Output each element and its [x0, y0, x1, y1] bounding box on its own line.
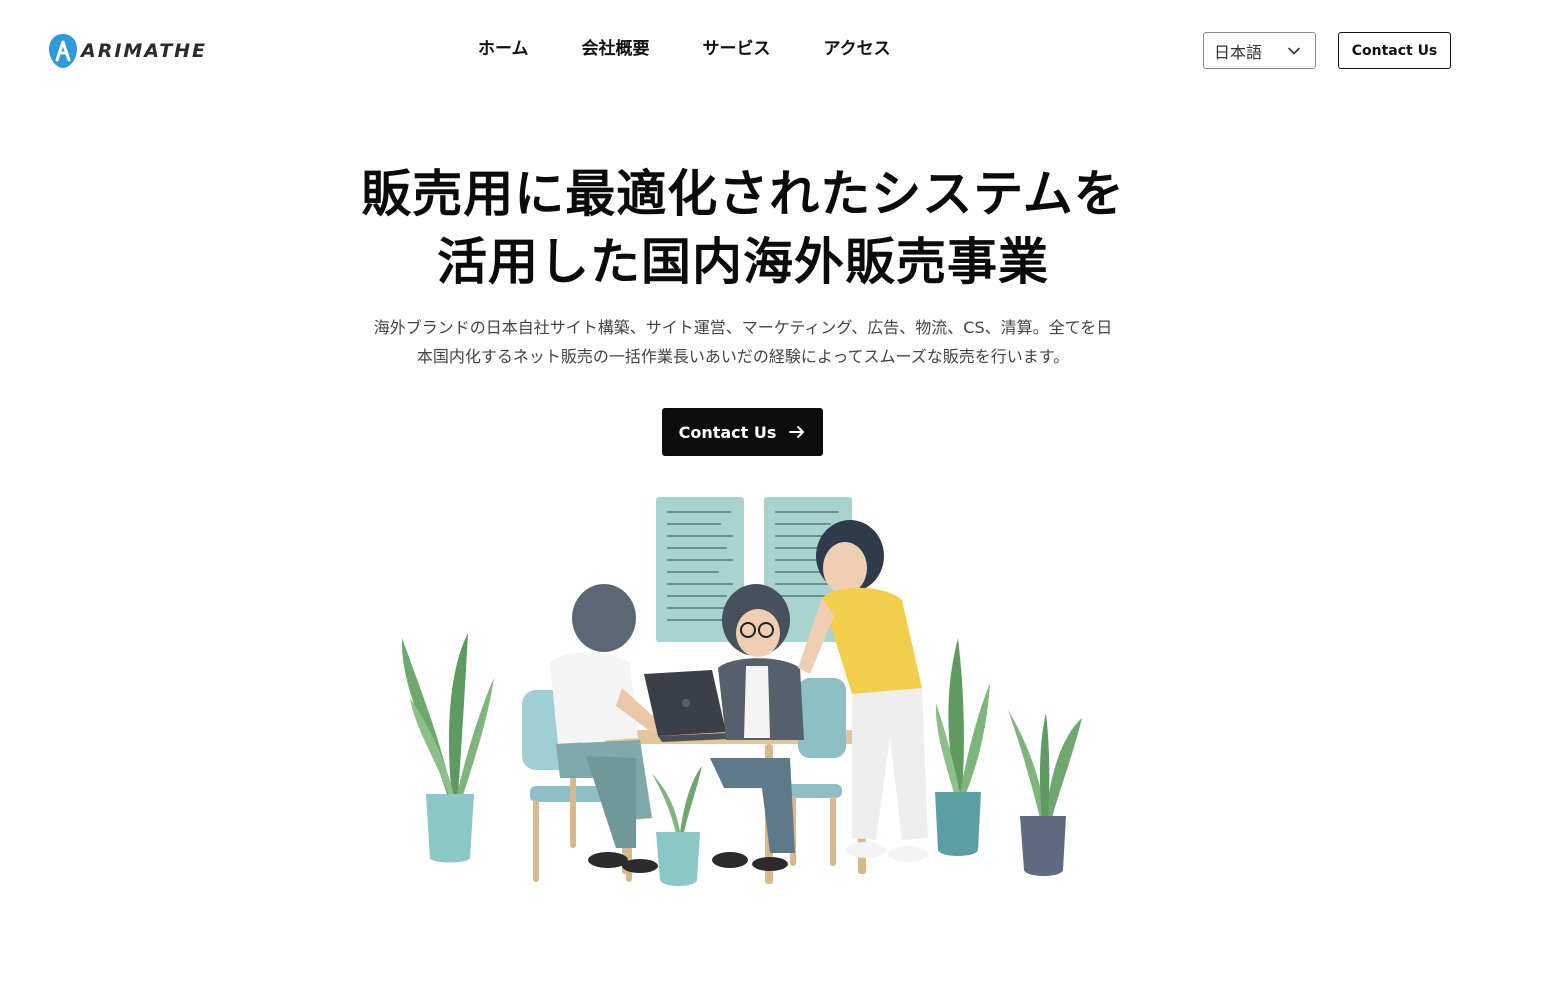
main-nav: ホーム 会社概要 サービス アクセス [478, 37, 891, 63]
hero-contact-button[interactable]: Contact Us [662, 408, 823, 456]
nav-item-home[interactable]: ホーム [478, 37, 529, 63]
header-contact-button[interactable]: Contact Us [1338, 32, 1451, 69]
language-select[interactable]: 日本語 [1203, 32, 1316, 69]
person-seated-left [550, 584, 662, 873]
hero-subtitle: 海外ブランドの日本自社サイト構築、サイト運営、マーケティング、広告、物流、CS、… [323, 313, 1163, 371]
hero-subtitle-line-1: 海外ブランドの日本自社サイト構築、サイト運営、マーケティング、広告、物流、CS、… [373, 318, 1113, 337]
nav-item-company[interactable]: 会社概要 [582, 37, 650, 63]
plant-small [652, 766, 702, 886]
hero-contact-label: Contact Us [678, 422, 777, 442]
hero-title: 販売用に最適化されたシステムを 活用した国内海外販売事業 [283, 160, 1203, 296]
chevron-down-icon [1288, 47, 1300, 55]
logo-text: ARIMATHE [81, 40, 208, 62]
hero-title-line-2: 活用した国内海外販売事業 [437, 233, 1049, 291]
plant-right-1 [935, 638, 990, 856]
team-illustration [401, 497, 1082, 886]
hero-subtitle-line-2: 本国内化するネット販売の一括作業長いあいだの経験によってスムーズな販売を行います… [416, 347, 1070, 366]
hero-title-line-1: 販売用に最適化されたシステムを [361, 165, 1125, 223]
language-selected-value: 日本語 [1214, 42, 1263, 62]
logo-mark-icon [49, 34, 77, 68]
site-header: ARIMATHE ホーム 会社概要 サービス アクセス 日本語 Contact … [0, 0, 1566, 100]
nav-item-access[interactable]: アクセス [824, 37, 891, 63]
nav-item-services[interactable]: サービス [703, 37, 771, 63]
plant-right-2 [1008, 710, 1082, 876]
plant-left [401, 633, 494, 863]
logo[interactable]: ARIMATHE [47, 33, 207, 69]
arrow-right-icon [789, 426, 805, 438]
